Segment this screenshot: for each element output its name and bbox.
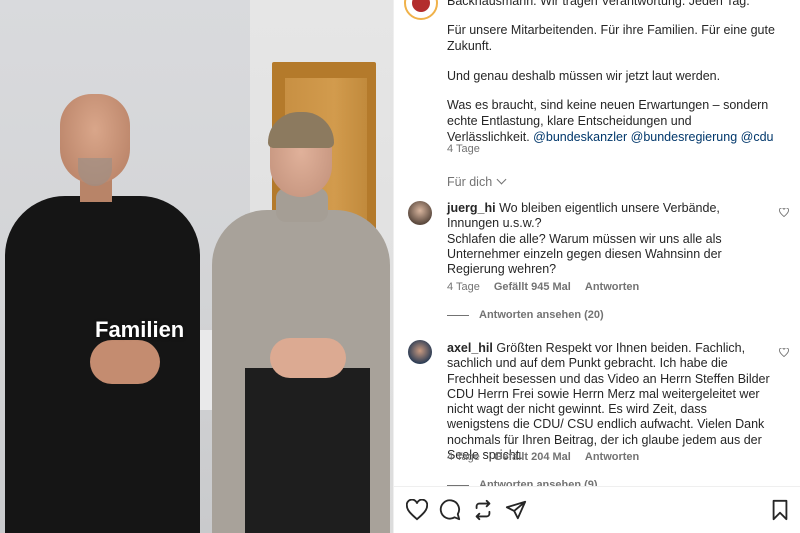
comment-username[interactable]: juerg_hi [447, 201, 496, 215]
view-replies-label: Antworten ansehen (20) [479, 309, 604, 321]
comment-age: 4 Tage [447, 281, 480, 293]
divider [447, 314, 469, 316]
comment-body: juerg_hi Wo bleiben eigentlich unsere Ve… [447, 201, 772, 277]
chevron-down-icon [496, 174, 507, 185]
view-replies-button[interactable]: Antworten ansehen (20) [447, 309, 604, 321]
video-caption: Familien [95, 317, 185, 342]
reply-button[interactable]: Antworten [585, 451, 639, 463]
comment-text: Größten Respekt vor Ihnen beiden. Fachli… [447, 341, 770, 463]
bookmark-icon[interactable] [769, 499, 791, 521]
repost-icon[interactable] [472, 499, 494, 521]
reel-video[interactable]: Familien [0, 0, 393, 533]
comment-icon[interactable] [439, 499, 461, 521]
comment-age: 4 Tage [447, 451, 480, 463]
post-text-line: Für unsere Mitarbeitenden. Für ihre Fami… [447, 23, 775, 53]
comment-likes[interactable]: Gefällt 945 Mal [494, 281, 571, 293]
send-icon[interactable] [505, 499, 527, 521]
post-text-paragraph: Was es braucht, sind keine neuen Erwartu… [447, 97, 777, 145]
comment-meta: 4 Tage Gefällt 204 Mal Antworten [447, 451, 639, 463]
heart-icon[interactable] [406, 499, 428, 521]
comment-username[interactable]: axel_hil [447, 341, 493, 355]
woman-legs [245, 368, 370, 533]
comments-panel: Backhausmann. Wir tragen Verantwortung. … [393, 0, 800, 533]
heart-icon[interactable] [779, 208, 789, 217]
comment-avatar[interactable] [408, 340, 432, 364]
reply-button[interactable]: Antworten [585, 281, 639, 293]
sort-dropdown[interactable]: Für dich [447, 174, 507, 189]
action-bar [394, 486, 800, 533]
post-text-cut: Backhausmann. Wir tragen Verantwortung. … [447, 0, 750, 8]
sort-label: Für dich [447, 175, 493, 189]
post-mentions[interactable]: @bundeskanzler @bundesregierung @cdu [533, 130, 773, 144]
comment-body: axel_hil Größten Respekt vor Ihnen beide… [447, 341, 772, 463]
post-text-line: Und genau deshalb müssen wir jetzt laut … [447, 69, 721, 83]
comment-likes[interactable]: Gefällt 204 Mal [494, 451, 571, 463]
woman-hands [270, 338, 346, 378]
man-hands [90, 340, 160, 384]
comment-meta: 4 Tage Gefällt 945 Mal Antworten [447, 281, 639, 293]
author-avatar[interactable] [404, 0, 438, 20]
comment-avatar[interactable] [408, 201, 432, 225]
heart-icon[interactable] [779, 348, 789, 357]
post-age: 4 Tage [447, 143, 480, 155]
